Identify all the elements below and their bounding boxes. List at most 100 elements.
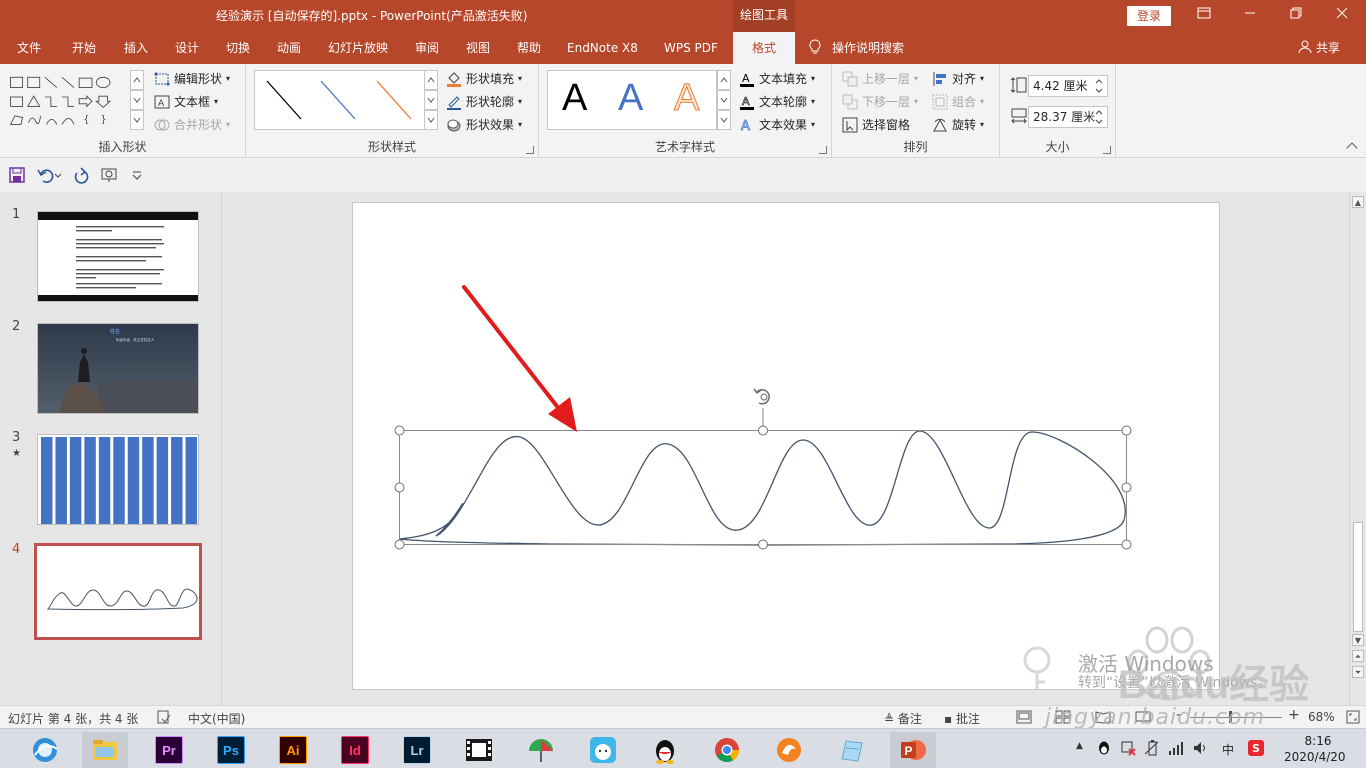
minimize-icon[interactable]: [1227, 0, 1273, 32]
fit-to-window-icon[interactable]: [1346, 710, 1360, 724]
wordart-gallery-scroll[interactable]: [717, 70, 731, 130]
scroll-down-icon[interactable]: ▼: [1352, 634, 1364, 646]
tab-transitions[interactable]: 切换: [226, 32, 250, 64]
tab-review[interactable]: 审阅: [415, 32, 439, 64]
taskbar-photoshop[interactable]: Ps: [208, 732, 254, 768]
shape-fill-button[interactable]: 形状填充 ▾: [446, 70, 522, 87]
taskbar-illustrator[interactable]: Ai: [270, 732, 316, 768]
normal-view-icon[interactable]: [1016, 710, 1032, 724]
wordart-orange-outline[interactable]: A: [673, 77, 699, 120]
tab-design[interactable]: 设计: [175, 32, 199, 64]
share-button[interactable]: 共享: [1298, 32, 1340, 64]
shape-gallery[interactable]: {}: [8, 70, 128, 136]
wordart-styles-launcher-icon[interactable]: [819, 146, 827, 154]
spell-check-icon[interactable]: [157, 710, 171, 724]
taskbar-cat-app[interactable]: [580, 732, 626, 768]
style-swatch-blue[interactable]: [320, 80, 356, 120]
rotate-button[interactable]: 旋转 ▾: [932, 116, 984, 133]
previous-slide-icon[interactable]: ⏶: [1352, 650, 1364, 662]
undo-icon[interactable]: [36, 166, 62, 184]
tab-home[interactable]: 开始: [72, 32, 96, 64]
clock-date[interactable]: 2020/4/20: [1284, 750, 1346, 764]
notes-button[interactable]: ≜ 备注: [884, 710, 922, 727]
selection-pane-button[interactable]: 选择窗格: [842, 116, 910, 133]
text-outline-button[interactable]: A 文本轮廓 ▾: [739, 93, 815, 110]
slide-thumbnail-3[interactable]: [37, 434, 199, 525]
scroll-up-icon[interactable]: ▲: [1352, 196, 1364, 208]
ime-indicator[interactable]: 中: [1222, 741, 1234, 758]
wordart-black[interactable]: A: [562, 77, 587, 120]
taskbar-file-explorer[interactable]: [82, 732, 128, 768]
tab-slideshow[interactable]: 幻灯片放映: [328, 32, 388, 64]
sogou-ime-icon[interactable]: S: [1248, 740, 1264, 756]
height-spinner[interactable]: [1094, 76, 1104, 96]
tab-wps-pdf[interactable]: WPS PDF: [664, 32, 718, 64]
customize-qat-icon[interactable]: [130, 166, 144, 184]
clock-time[interactable]: 8:16: [1298, 734, 1338, 748]
width-spinner[interactable]: [1094, 107, 1104, 127]
text-box-button[interactable]: A 文本框 ▾: [154, 93, 218, 110]
shape-style-gallery-scroll[interactable]: [424, 70, 438, 130]
style-swatch-black[interactable]: [266, 80, 302, 120]
tab-help[interactable]: 帮助: [517, 32, 541, 64]
tab-file[interactable]: 文件: [17, 32, 41, 64]
tab-animations[interactable]: 动画: [277, 32, 301, 64]
tab-insert[interactable]: 插入: [124, 32, 148, 64]
taskbar-chrome[interactable]: [704, 732, 750, 768]
language-indicator[interactable]: 中文(中国): [188, 710, 245, 727]
next-slide-icon[interactable]: ⏷: [1352, 666, 1364, 678]
text-fill-button[interactable]: A 文本填充 ▾: [739, 70, 815, 87]
align-button[interactable]: 对齐 ▾: [932, 70, 984, 87]
shape-outline-button[interactable]: 形状轮廓 ▾: [446, 93, 522, 110]
tell-me-search[interactable]: 操作说明搜索: [808, 32, 904, 64]
network-warning-icon[interactable]: [1120, 740, 1136, 756]
scroll-thumb[interactable]: [1353, 522, 1363, 632]
style-swatch-orange[interactable]: [376, 80, 412, 120]
shape-gallery-scroll[interactable]: [130, 70, 144, 130]
tab-endnote[interactable]: EndNote X8: [567, 32, 638, 64]
close-icon[interactable]: [1319, 0, 1365, 32]
current-slide-canvas[interactable]: [352, 202, 1220, 690]
group-button[interactable]: 组合 ▾: [932, 93, 984, 110]
shape-style-gallery[interactable]: [254, 70, 426, 130]
send-backward-button[interactable]: 下移一层 ▾: [842, 93, 918, 110]
taskbar-premiere[interactable]: Pr: [146, 732, 192, 768]
bring-forward-button[interactable]: 上移一层 ▾: [842, 70, 918, 87]
vertical-scrollbar[interactable]: ▲ ▼ ⏶ ⏷: [1349, 192, 1366, 705]
tab-format[interactable]: 格式: [733, 32, 795, 65]
wordart-blue[interactable]: A: [618, 77, 643, 120]
battery-icon[interactable]: [1144, 740, 1160, 756]
login-button[interactable]: 登录: [1127, 6, 1171, 26]
slide-thumbnail-4[interactable]: [34, 543, 202, 640]
zoom-in-button[interactable]: +: [1288, 707, 1300, 723]
taskbar-lightroom[interactable]: Lr: [394, 732, 440, 768]
text-effects-button[interactable]: A 文本效果 ▾: [739, 116, 815, 133]
comments-button[interactable]: ▪ 批注: [944, 710, 980, 727]
taskbar-qq[interactable]: [642, 732, 688, 768]
shape-effects-button[interactable]: 形状效果 ▾: [446, 116, 522, 133]
taskbar-powerpoint[interactable]: P: [890, 732, 936, 768]
volume-icon[interactable]: [1192, 740, 1208, 756]
collapse-ribbon-icon[interactable]: [1346, 142, 1358, 154]
shape-styles-launcher-icon[interactable]: [526, 146, 534, 154]
qq-tray-icon[interactable]: [1096, 740, 1112, 756]
slide-thumbnail-1[interactable]: [37, 211, 199, 302]
edit-shape-button[interactable]: 编辑形状 ▾: [154, 70, 230, 87]
show-hidden-icons[interactable]: ▲: [1076, 741, 1083, 751]
wifi-signal-icon[interactable]: [1168, 740, 1184, 756]
wordart-gallery[interactable]: A A A: [547, 70, 717, 130]
zoom-level[interactable]: 68%: [1308, 710, 1335, 724]
taskbar-umbrella-app[interactable]: [518, 732, 564, 768]
ribbon-display-options-icon[interactable]: [1181, 0, 1227, 32]
taskbar-indesign[interactable]: Id: [332, 732, 378, 768]
taskbar-orange-app[interactable]: [766, 732, 812, 768]
slide-thumbnail-2[interactable]: 姓名 年级年级，班主任姓名人: [37, 323, 199, 414]
taskbar-video-editor[interactable]: [456, 732, 502, 768]
tab-view[interactable]: 视图: [466, 32, 490, 64]
redo-icon[interactable]: [72, 166, 90, 184]
taskbar-browser[interactable]: [22, 732, 68, 768]
restore-icon[interactable]: [1273, 0, 1319, 32]
taskbar-notes-app[interactable]: [828, 732, 874, 768]
size-launcher-icon[interactable]: [1103, 146, 1111, 154]
start-slideshow-icon[interactable]: [100, 166, 118, 184]
